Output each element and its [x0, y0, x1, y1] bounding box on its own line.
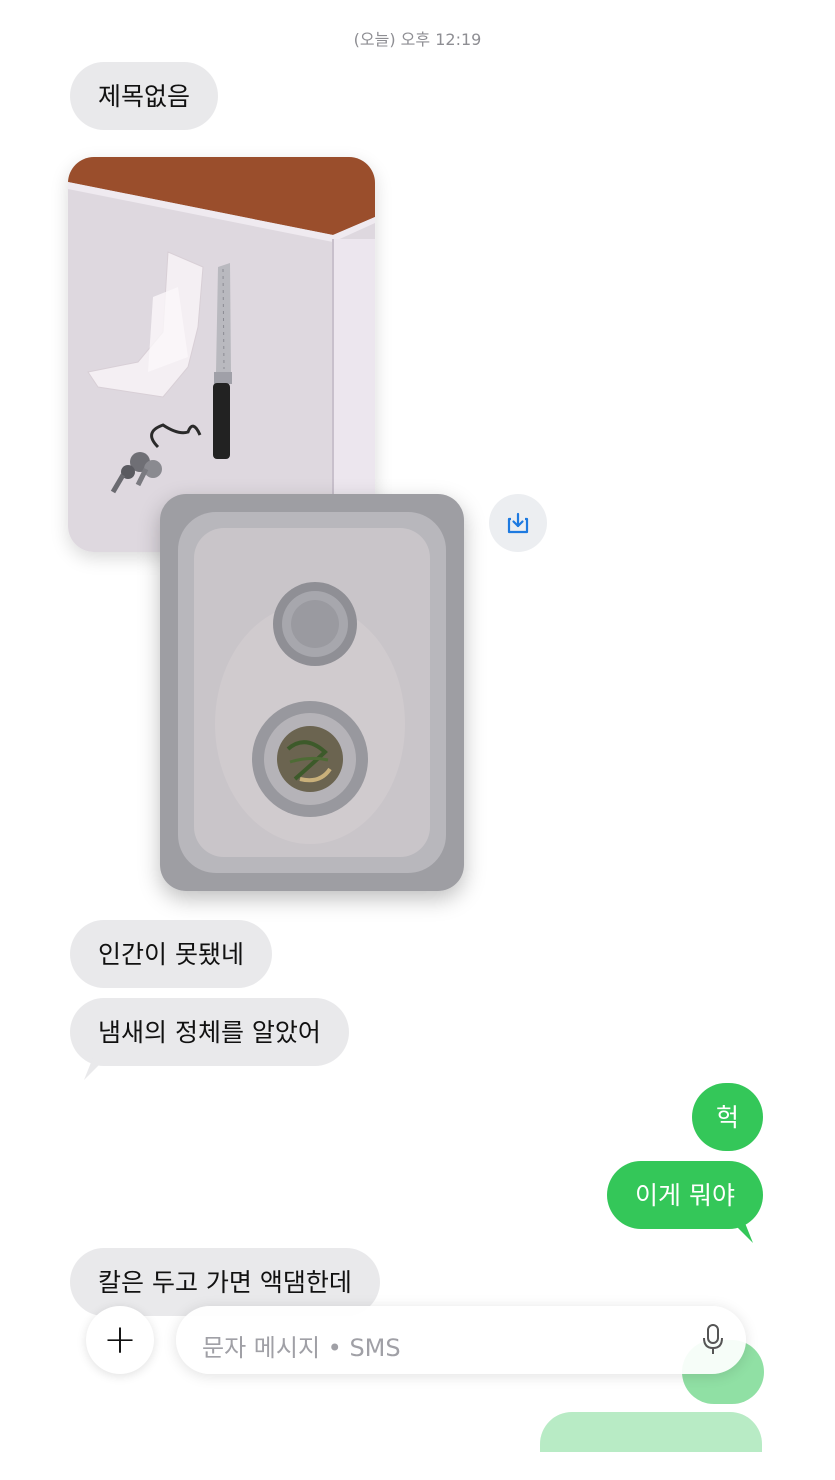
- sink-drain-photo-image: [160, 494, 464, 891]
- outgoing-message-bubble[interactable]: 이게 뭐야: [607, 1161, 763, 1229]
- save-to-device-button[interactable]: [489, 494, 547, 552]
- message-input-placeholder: 문자 메시지 • SMS: [202, 1334, 401, 1362]
- outgoing-message-bubble[interactable]: 헉: [691, 1083, 763, 1151]
- save-to-device-icon: [507, 512, 529, 534]
- sink-drain-photo[interactable]: [160, 494, 464, 891]
- knife-photo[interactable]: [68, 157, 375, 552]
- incoming-message-bubble[interactable]: 인간이 못됐네: [70, 920, 272, 988]
- message-timestamp: (오늘) 오후 12:19: [353, 30, 482, 49]
- microphone-icon[interactable]: [702, 1324, 724, 1356]
- add-attachment-button[interactable]: +: [86, 1306, 154, 1374]
- knife-photo-image: [68, 157, 375, 552]
- message-input[interactable]: 문자 메시지 • SMS: [176, 1306, 746, 1374]
- incoming-message-bubble[interactable]: 냄새의 정체를 알았어: [70, 998, 349, 1066]
- partially-hidden-outgoing-bubble: [540, 1412, 762, 1452]
- message-subject-bubble[interactable]: 제목없음: [70, 62, 219, 130]
